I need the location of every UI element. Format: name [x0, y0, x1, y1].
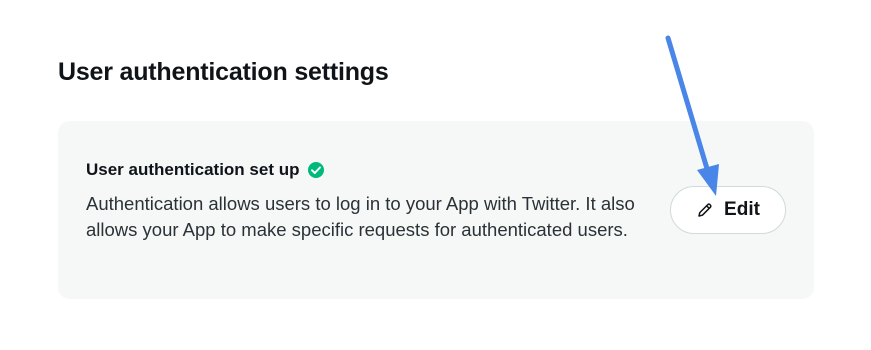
- card-heading-text: User authentication set up: [86, 160, 300, 179]
- card-heading: User authentication set up: [86, 160, 325, 180]
- edit-button-label: Edit: [724, 199, 760, 220]
- card-description: Authentication allows users to log in to…: [86, 193, 635, 240]
- user-auth-card: User authentication set up Authenticatio…: [58, 121, 814, 299]
- section-title: User authentication settings: [58, 58, 389, 86]
- edit-button[interactable]: Edit: [670, 186, 786, 234]
- pencil-icon: [696, 201, 714, 219]
- page: User authentication settings User authen…: [0, 0, 871, 350]
- check-circle-icon: [307, 161, 325, 179]
